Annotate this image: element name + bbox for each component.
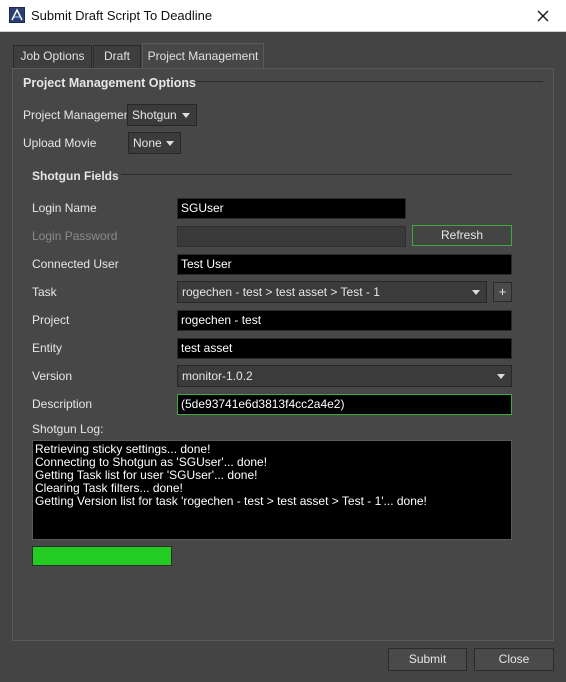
project-field: rogechen - test — [177, 310, 512, 331]
connected-user-field: Test User — [177, 254, 512, 275]
login-name-label: Login Name — [32, 201, 97, 215]
shotgun-fields-heading: Shotgun Fields — [32, 169, 119, 183]
tab-draft[interactable]: Draft — [93, 45, 141, 68]
progress-bar — [32, 546, 172, 566]
upload-movie-value: None — [133, 136, 162, 150]
shotgun-fields-divider — [121, 174, 512, 175]
connected-user-label: Connected User — [32, 257, 119, 271]
shotgun-log-label: Shotgun Log: — [32, 422, 104, 436]
entity-label: Entity — [32, 341, 63, 355]
project-management-select[interactable]: Shotgun — [127, 104, 197, 126]
entity-field: test asset — [177, 338, 512, 359]
login-password-field[interactable] — [177, 226, 406, 247]
close-button[interactable]: Close — [474, 648, 554, 671]
window-title: Submit Draft Script To Deadline — [31, 8, 213, 23]
log-line: Getting Version list for task 'rogechen … — [35, 494, 427, 508]
tab-project-management[interactable]: Project Management — [142, 43, 264, 69]
login-name-field[interactable]: SGUser — [177, 198, 406, 219]
pm-options-divider — [196, 81, 543, 82]
project-label: Project — [32, 313, 70, 327]
description-label: Description — [32, 397, 93, 411]
progress-bar-fill — [33, 547, 171, 565]
version-value: monitor-1.0.2 — [182, 369, 253, 383]
close-icon — [537, 10, 549, 22]
project-management-label: Project Management — [23, 108, 134, 122]
add-task-button[interactable]: + — [493, 282, 512, 302]
chevron-down-icon — [166, 141, 174, 146]
chevron-down-icon — [472, 290, 480, 295]
description-field[interactable]: (5de93741e6d3813f4cc2a4e2) — [177, 394, 512, 415]
task-label: Task — [32, 285, 57, 299]
task-select[interactable]: rogechen - test > test asset > Test - 1 — [177, 281, 487, 303]
title-bar: Submit Draft Script To Deadline — [0, 0, 566, 32]
shotgun-log[interactable]: Retrieving sticky settings... done! Conn… — [32, 440, 512, 540]
window-close-button[interactable] — [520, 0, 566, 31]
task-value: rogechen - test > test asset > Test - 1 — [182, 285, 380, 299]
submit-button[interactable]: Submit — [388, 648, 467, 671]
deadline-app-icon — [9, 7, 25, 23]
refresh-button[interactable]: Refresh — [412, 225, 512, 246]
login-password-label: Login Password — [32, 229, 118, 243]
tab-job-options[interactable]: Job Options — [13, 45, 92, 68]
chevron-down-icon — [182, 113, 190, 118]
upload-movie-select[interactable]: None — [128, 132, 181, 154]
chevron-down-icon — [497, 374, 505, 379]
project-management-value: Shotgun — [132, 108, 177, 122]
upload-movie-label: Upload Movie — [23, 136, 97, 150]
version-label: Version — [32, 369, 73, 383]
pm-options-heading: Project Management Options — [23, 76, 196, 90]
version-select[interactable]: monitor-1.0.2 — [177, 365, 512, 387]
